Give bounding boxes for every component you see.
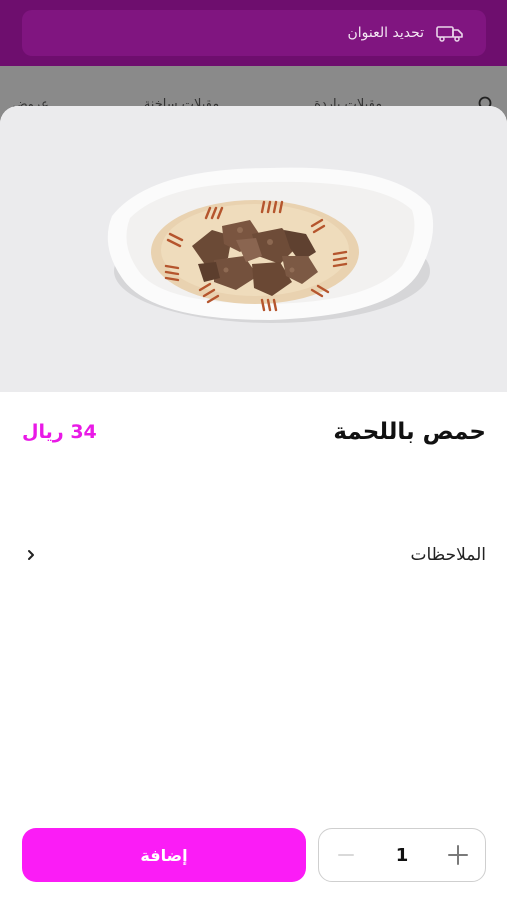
product-title-row: 34 ريال حمص باللحمة [22,412,486,452]
product-name: حمص باللحمة [333,419,486,445]
chevron-right-icon [28,550,34,560]
add-to-cart-button[interactable]: إضافة [22,828,306,882]
product-sheet: 34 ريال حمص باللحمة الملاحظات إضافة 1 [0,106,507,900]
product-price: 34 ريال [22,421,97,443]
product-photo [0,106,507,392]
plus-icon [448,845,468,865]
minus-icon [338,854,354,856]
app-header: تحديد العنوان [0,0,507,66]
address-label: تحديد العنوان [347,25,424,41]
decrement-button[interactable] [333,842,359,868]
quantity-value: 1 [395,844,409,866]
bottom-action-bar: إضافة 1 [22,828,486,882]
increment-button[interactable] [445,842,471,868]
address-selector[interactable]: تحديد العنوان [22,10,486,56]
delivery-truck-icon [436,26,463,42]
quantity-stepper: 1 [318,828,486,882]
notes-row[interactable]: الملاحظات [22,538,486,572]
notes-label: الملاحظات [410,545,486,565]
